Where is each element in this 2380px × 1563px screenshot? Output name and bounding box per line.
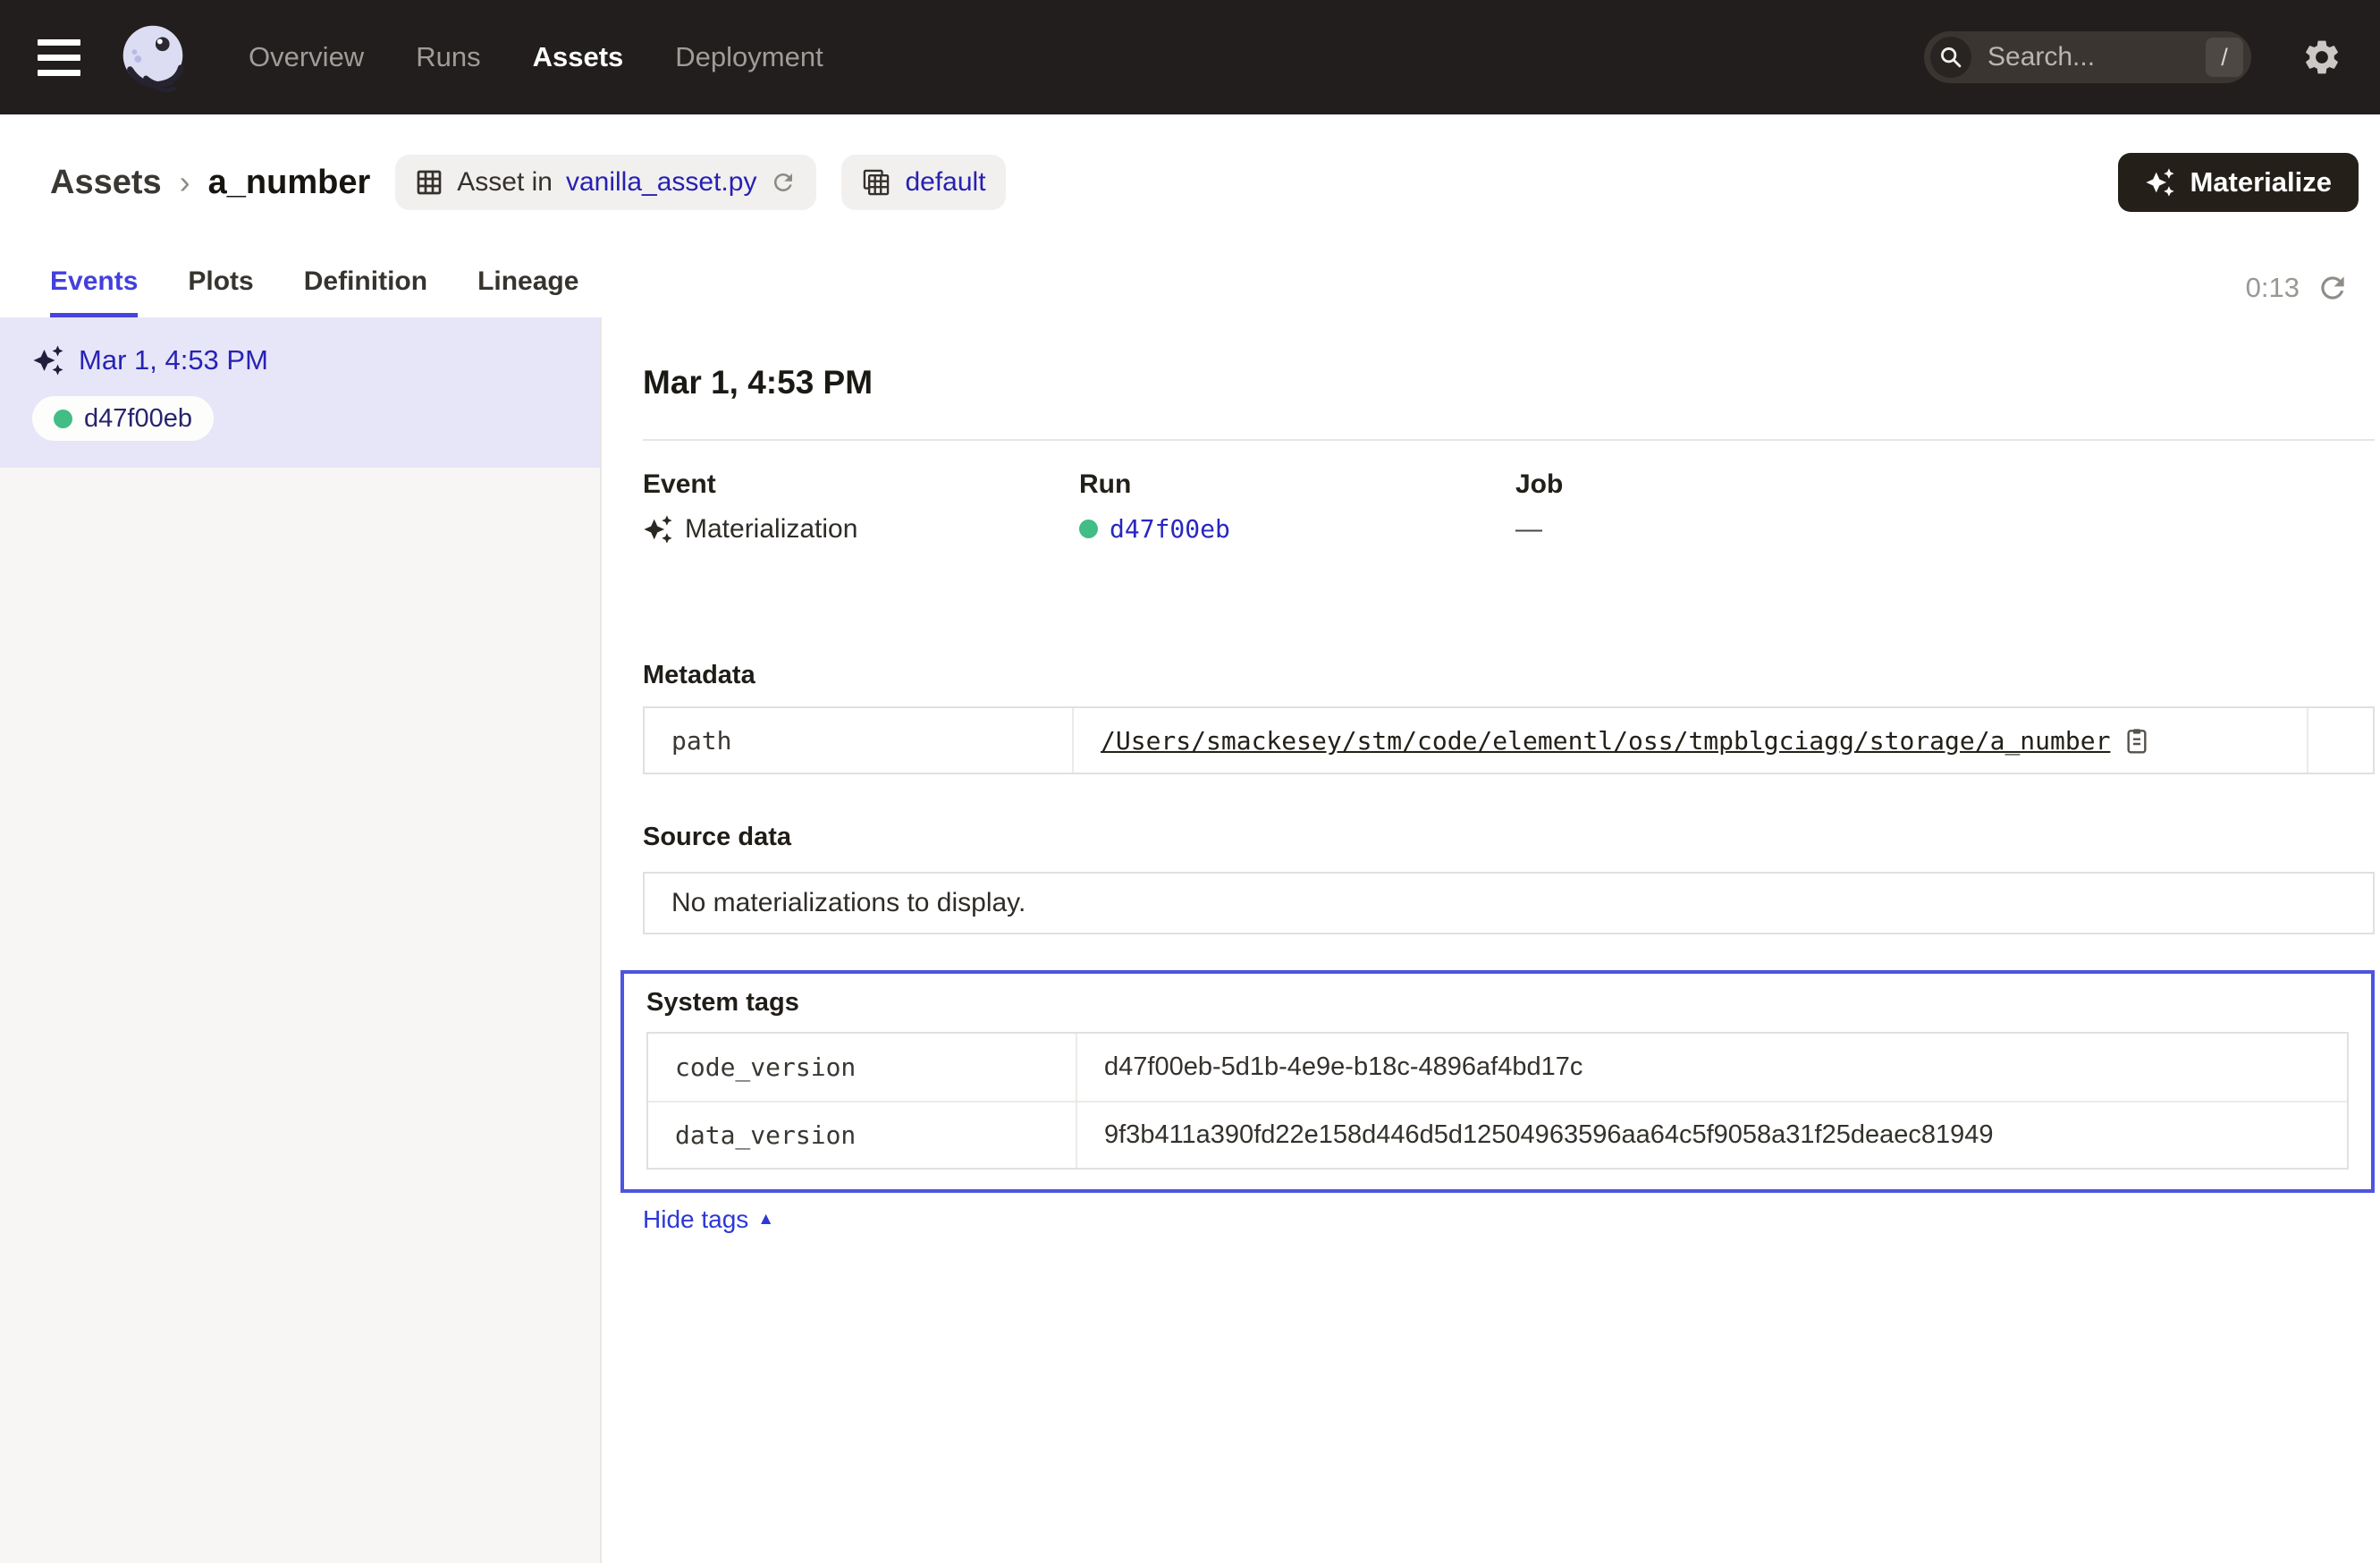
page-header: Assets › a_number Asset in vanilla_asset… [0,114,2380,250]
nav-item-runs[interactable]: Runs [416,41,480,73]
table-row: data_version 9f3b411a390fd22e158d446d5d1… [648,1101,2347,1168]
row-actions-cell [2307,708,2373,773]
copy-icon[interactable] [2123,726,2151,755]
nav-item-overview[interactable]: Overview [249,41,364,73]
run-id-link[interactable]: d47f00eb [1110,514,1230,544]
materialize-button[interactable]: Materialize [2118,153,2359,212]
tag-value: d47f00eb-5d1b-4e9e-b18c-4896af4bd17c [1104,1052,1582,1082]
repository-badge[interactable]: default [841,155,1005,210]
run-status-dot [54,410,72,428]
run-id-label: d47f00eb [84,404,192,434]
refresh-icon[interactable] [2316,271,2350,305]
search-icon [1930,37,1971,78]
divider [643,439,2375,441]
repository-icon [861,167,891,198]
breadcrumb-asset-name: a_number [208,164,371,202]
primary-nav: Overview Runs Assets Deployment [249,41,823,73]
breadcrumb-assets[interactable]: Assets [50,164,162,202]
metadata-table: path /Users/smackesey/stm/code/elementl/… [643,706,2375,774]
materialization-sparkle-icon [643,514,673,545]
search-box[interactable]: / [1924,31,2251,83]
dagster-logo-icon[interactable] [111,15,195,99]
top-nav: Overview Runs Assets Deployment / [0,0,2380,114]
hide-tags-label: Hide tags [643,1205,748,1234]
search-input[interactable] [1986,41,2191,73]
table-row: path /Users/smackesey/stm/code/elementl/… [645,708,2373,773]
job-empty-value: — [1515,514,1542,545]
content-area: Mar 1, 4:53 PM d47f00eb Mar 1, 4:53 PM E… [0,317,2380,1563]
tab-plots[interactable]: Plots [188,266,253,317]
event-list-item[interactable]: Mar 1, 4:53 PM d47f00eb [0,317,600,468]
tab-lineage[interactable]: Lineage [477,266,578,317]
chevron-up-icon: ▲ [757,1210,774,1229]
run-status-dot [1079,520,1098,538]
source-data-empty-message: No materializations to display. [671,888,1025,918]
tag-key: data_version [648,1103,1077,1168]
asset-in-label: Asset in [457,167,553,198]
nav-item-deployment[interactable]: Deployment [675,41,823,73]
reload-icon[interactable] [770,169,797,196]
refresh-countdown: 0:13 [2246,272,2300,304]
tag-value: 9f3b411a390fd22e158d446d5d12504963596aa6… [1104,1120,1994,1150]
nav-item-assets[interactable]: Assets [533,41,624,73]
path-value-link[interactable]: /Users/smackesey/stm/code/elementl/oss/t… [1101,726,2110,756]
tab-events[interactable]: Events [50,266,138,317]
materialization-sparkle-icon [32,344,64,376]
event-list-sidebar: Mar 1, 4:53 PM d47f00eb [0,317,602,1563]
tab-definition[interactable]: Definition [304,266,427,317]
event-detail-title: Mar 1, 4:53 PM [643,364,2375,401]
tag-key: code_version [648,1034,1077,1101]
tabs-bar: Events Plots Definition Lineage 0:13 [0,250,2380,317]
menu-icon[interactable] [38,39,80,76]
event-detail-panel: Mar 1, 4:53 PM Event Materialization Run… [602,317,2380,1563]
sparkle-icon [2145,167,2175,198]
settings-gear-icon[interactable] [2301,37,2342,78]
system-tags-section: System tags code_version d47f00eb-5d1b-4… [620,970,2375,1193]
source-data-heading: Source data [643,823,2375,852]
source-data-empty-box: No materializations to display. [643,872,2375,934]
breadcrumb-separator: › [180,164,190,201]
table-row: code_version d47f00eb-5d1b-4e9e-b18c-489… [648,1034,2347,1101]
grid-icon [415,168,443,197]
materialize-label: Materialize [2190,166,2332,199]
job-column-label: Job [1515,469,1952,500]
run-id-pill[interactable]: d47f00eb [32,396,214,441]
event-timestamp[interactable]: Mar 1, 4:53 PM [79,344,268,376]
metadata-heading: Metadata [643,661,2375,690]
hide-tags-link[interactable]: Hide tags ▲ [643,1205,774,1234]
system-tags-table: code_version d47f00eb-5d1b-4e9e-b18c-489… [646,1032,2349,1170]
asset-definition-badge[interactable]: Asset in vanilla_asset.py [395,155,816,210]
metadata-key: path [645,708,1074,773]
search-shortcut-badge: / [2206,38,2243,77]
event-column-label: Event [643,469,1079,500]
event-type-value: Materialization [685,514,857,545]
system-tags-heading: System tags [646,988,2349,1018]
repository-name-link[interactable]: default [905,167,985,198]
asset-file-link[interactable]: vanilla_asset.py [566,167,756,198]
run-column-label: Run [1079,469,1515,500]
